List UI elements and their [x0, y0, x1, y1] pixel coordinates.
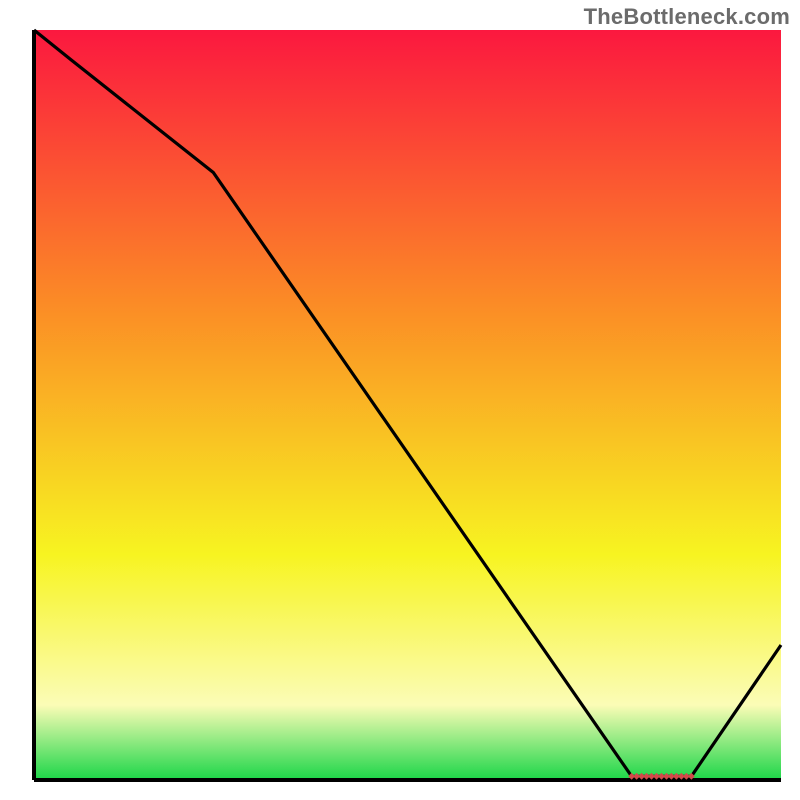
bottleneck-chart: [0, 0, 800, 800]
plot-background: [34, 30, 781, 780]
chart-frame: TheBottleneck.com: [0, 0, 800, 800]
